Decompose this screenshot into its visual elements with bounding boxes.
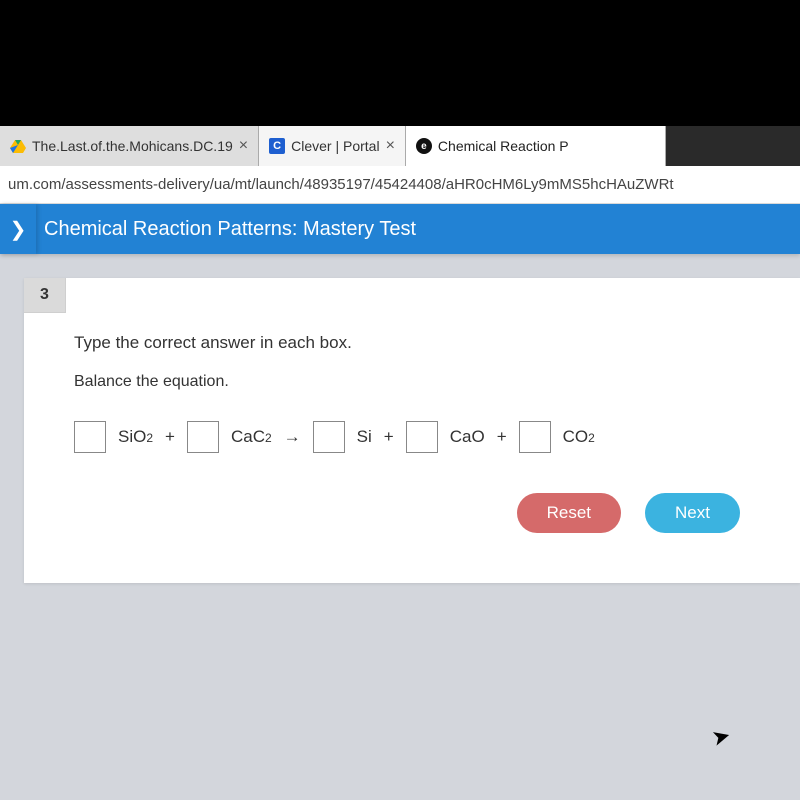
edmentum-icon: e [416, 138, 432, 154]
plus-1: + [165, 427, 175, 447]
question-number: 3 [24, 278, 66, 313]
plus-2: + [384, 427, 394, 447]
button-row: Reset Next [74, 493, 770, 553]
chevron-right-icon: ❯ [10, 217, 27, 242]
term-si: Si [357, 427, 372, 447]
close-icon[interactable]: × [386, 137, 395, 155]
window-top-blackspace [0, 0, 800, 126]
page-title: Chemical Reaction Patterns: Mastery Test [44, 218, 416, 241]
plus-3: + [497, 427, 507, 447]
cursor-icon: ➤ [709, 722, 734, 752]
close-icon[interactable]: × [239, 137, 248, 155]
coef-input-4[interactable] [406, 421, 438, 453]
question-instruction: Type the correct answer in each box. [74, 333, 770, 353]
tab-title: The.Last.of.the.Mohicans.DC.19 [32, 138, 233, 154]
coef-input-5[interactable] [519, 421, 551, 453]
reset-button[interactable]: Reset [517, 493, 621, 533]
content-area: 3 Type the correct answer in each box. B… [0, 254, 800, 583]
tab-clever[interactable]: C Clever | Portal × [259, 126, 406, 166]
browser-tabs: The.Last.of.the.Mohicans.DC.19 × C Cleve… [0, 126, 800, 166]
coef-input-3[interactable] [313, 421, 345, 453]
next-button[interactable]: Next [645, 493, 740, 533]
question-subtext: Balance the equation. [74, 373, 770, 391]
tab-mohicans[interactable]: The.Last.of.the.Mohicans.DC.19 × [0, 126, 259, 166]
coef-input-2[interactable] [187, 421, 219, 453]
tab-title: Chemical Reaction P [438, 138, 569, 154]
term-cac2: CaC2 [231, 427, 272, 447]
tab-edmentum[interactable]: e Chemical Reaction P [406, 126, 666, 166]
back-button[interactable]: ❯ [0, 204, 36, 254]
question-card: 3 Type the correct answer in each box. B… [24, 278, 800, 583]
term-cao: CaO [450, 427, 485, 447]
arrow: → [284, 427, 301, 447]
tab-title: Clever | Portal [291, 138, 379, 154]
drive-icon [10, 138, 26, 154]
clever-icon: C [269, 138, 285, 154]
page-header: Chemical Reaction Patterns: Mastery Test [0, 204, 800, 254]
url-bar[interactable]: um.com/assessments-delivery/ua/mt/launch… [0, 166, 800, 204]
coef-input-1[interactable] [74, 421, 106, 453]
equation-row: SiO2 + CaC2 → Si + CaO + CO2 [74, 421, 770, 453]
term-sio2: SiO2 [118, 427, 153, 447]
term-co2: CO2 [563, 427, 595, 447]
url-text: um.com/assessments-delivery/ua/mt/launch… [8, 176, 674, 193]
